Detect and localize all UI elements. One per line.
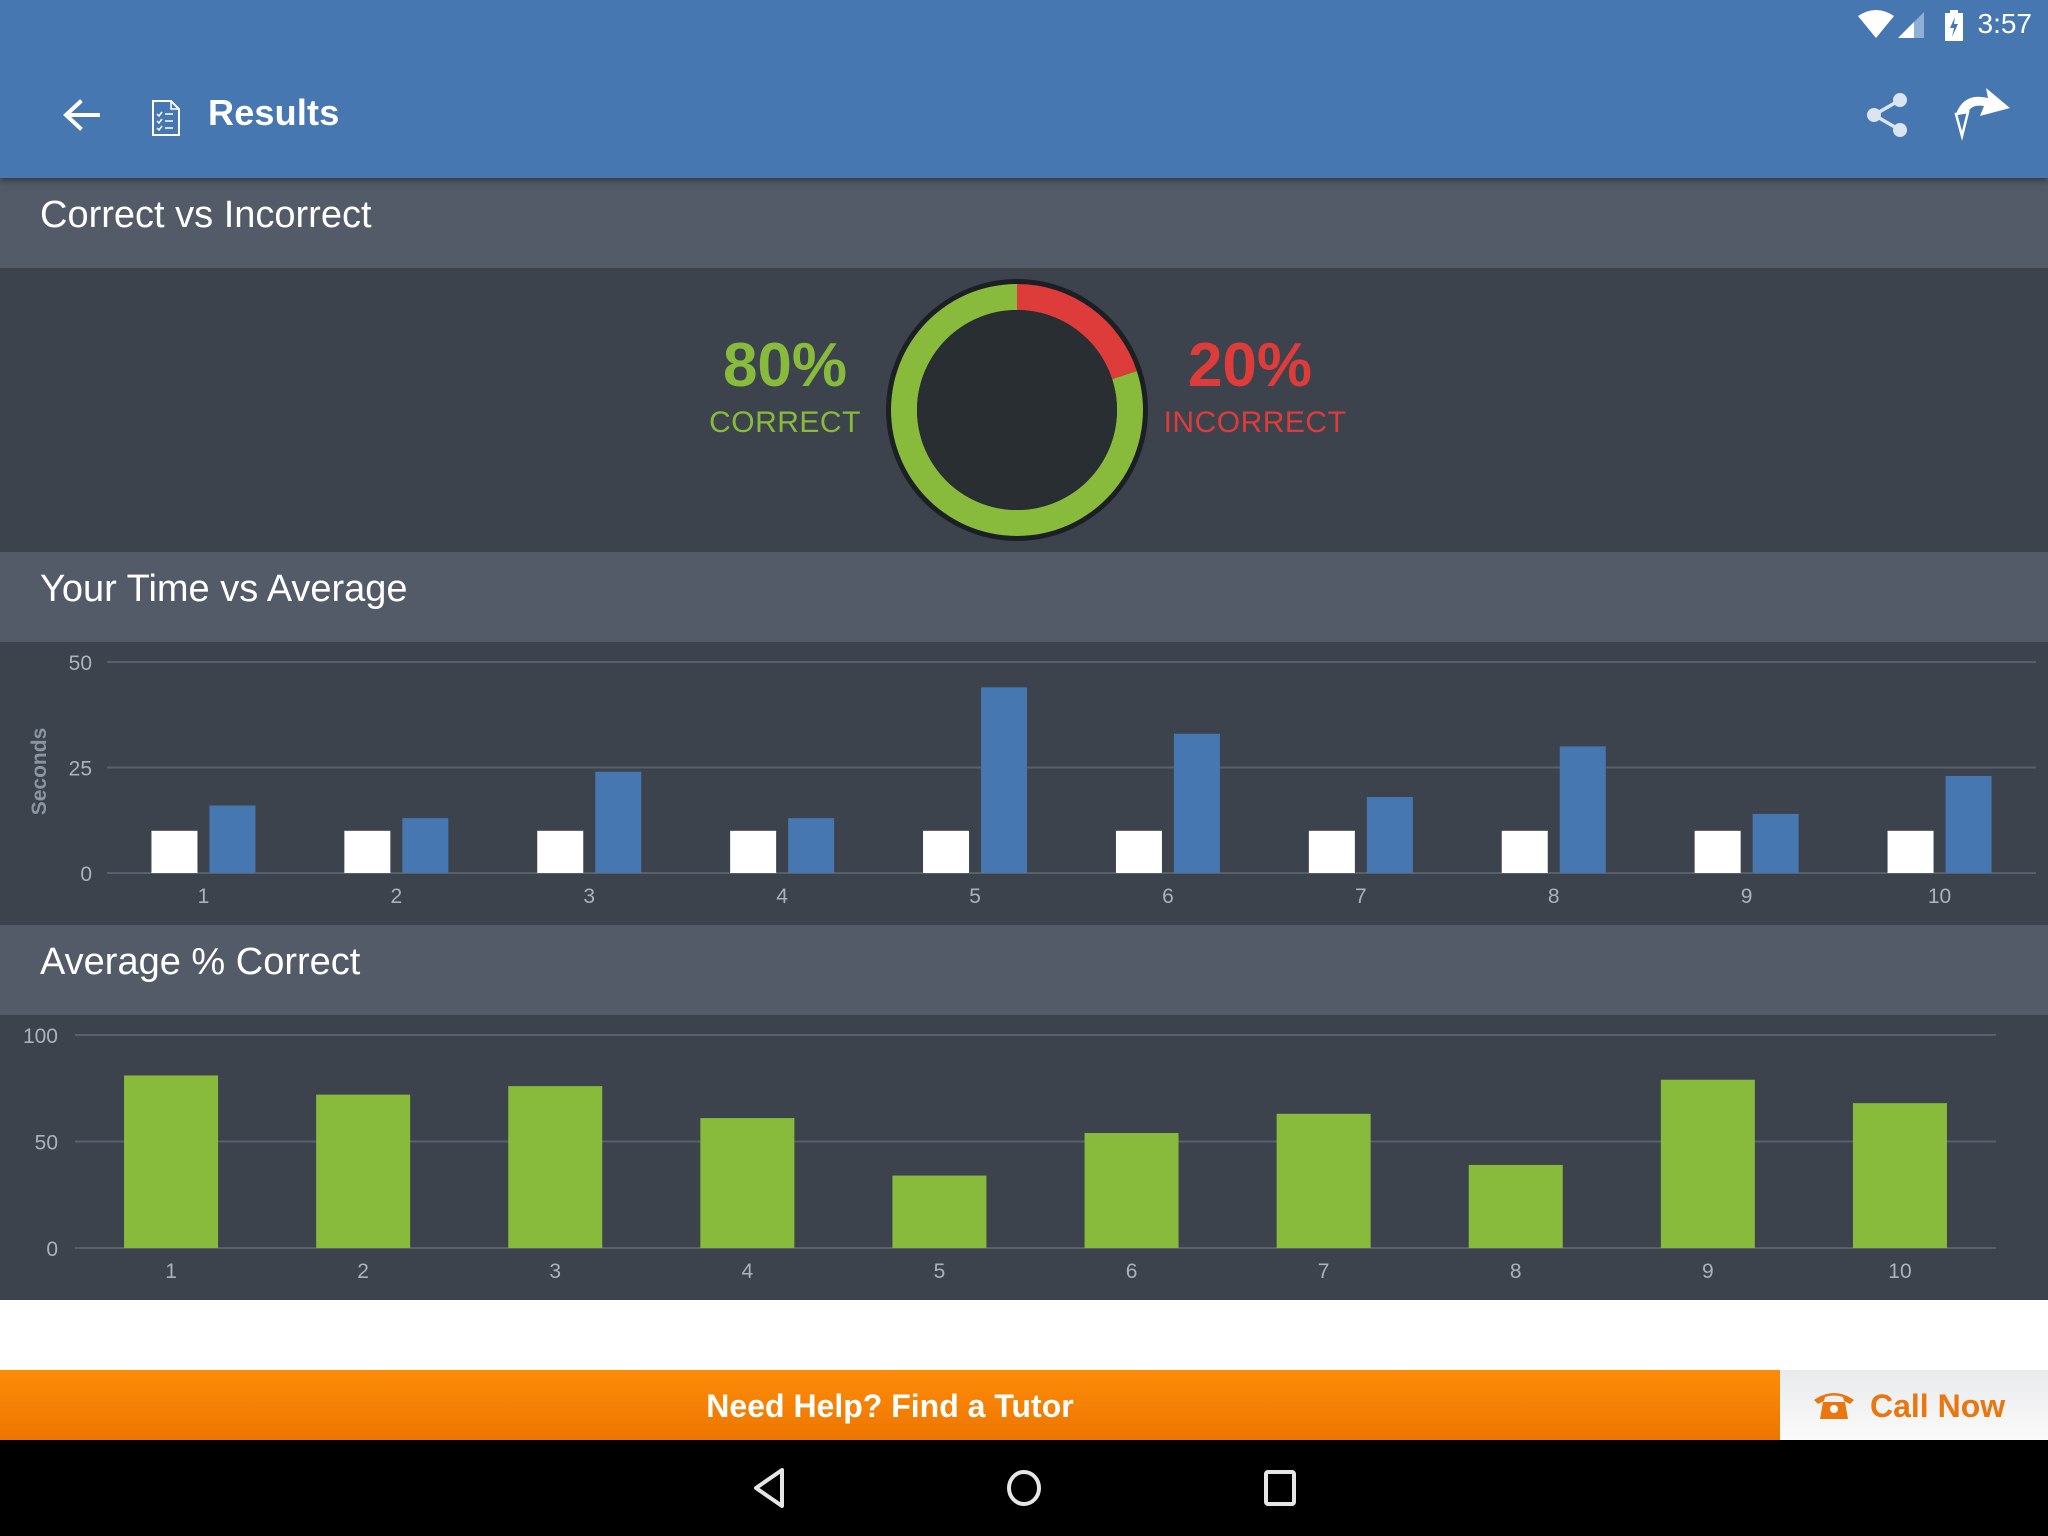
average-correct-chart: 0 50 100 1 2 3 4 5 6 7 8 9 10: [23, 1025, 1996, 1283]
arrow-left-icon: [63, 99, 100, 131]
nav-recents-icon[interactable]: [1258, 1464, 1302, 1512]
bar-your-time: [1694, 830, 1741, 873]
signal-icon: [1898, 12, 1924, 38]
x-tick-label: 10: [1888, 1260, 1911, 1283]
bar: [892, 1175, 987, 1248]
section-title: Your Time vs Average: [40, 568, 408, 610]
x-tick-label: 3: [549, 1260, 561, 1283]
bar: [508, 1086, 603, 1248]
forward-arrow-icon: [1954, 88, 2010, 141]
x-tick-label: 5: [969, 885, 981, 908]
x-tick-label: 3: [583, 885, 595, 908]
bar-average: [981, 687, 1028, 873]
status-bar: 3:57: [1648, 0, 2048, 48]
bar-average: [1173, 733, 1220, 873]
bar-your-time: [730, 830, 777, 873]
content-spacer: [0, 1300, 2048, 1370]
y-axis-label: Seconds: [28, 728, 51, 816]
section-header-average-correct: Average % Correct: [0, 925, 2048, 1015]
bar-average: [788, 818, 835, 873]
find-tutor-button[interactable]: Need Help? Find a Tutor: [0, 1370, 1780, 1440]
x-tick-label: 10: [1928, 885, 1951, 908]
x-tick-label: 4: [776, 885, 788, 908]
bar-average: [1752, 813, 1799, 873]
y-tick-label: 0: [80, 863, 92, 886]
share-icon: [1867, 93, 1907, 137]
time-vs-average-chart: 0 25 50 Seconds 1 2 3 4 5 6 7 8 9 10: [28, 652, 2036, 908]
bar: [1852, 1103, 1947, 1248]
call-now-label: Call Now: [1870, 1388, 2006, 1424]
section-header-correct-vs-incorrect: Correct vs Incorrect: [0, 178, 2048, 268]
bar-average: [402, 818, 449, 873]
bar: [700, 1118, 795, 1248]
x-tick-label: 1: [198, 885, 210, 908]
bar: [1276, 1113, 1371, 1248]
section-title: Average % Correct: [40, 941, 361, 983]
wifi-icon: [1858, 10, 1894, 38]
app-bar: 3:57 Results: [0, 0, 2048, 178]
section-header-time-vs-average: Your Time vs Average: [0, 552, 2048, 642]
y-tick-label: 25: [69, 758, 92, 781]
x-tick-label: 7: [1318, 1260, 1330, 1283]
forward-button[interactable]: [1950, 86, 2014, 142]
bar: [1660, 1079, 1755, 1248]
x-tick-label: 8: [1548, 885, 1560, 908]
bar-average: [1559, 746, 1606, 873]
x-tick-label: 9: [1741, 885, 1753, 908]
x-tick-label: 6: [1126, 1260, 1138, 1283]
bar-your-time: [923, 830, 970, 873]
x-tick-label: 7: [1355, 885, 1367, 908]
bar: [1084, 1132, 1179, 1248]
x-tick-label: 6: [1162, 885, 1174, 908]
incorrect-percent: 20%: [1187, 331, 1313, 400]
x-tick-label: 1: [165, 1260, 177, 1283]
average-correct-panel: 0 50 100 1 2 3 4 5 6 7 8 9 10: [0, 1015, 2048, 1300]
back-button[interactable]: [54, 90, 110, 146]
status-time: 3:57: [1977, 8, 2033, 39]
x-tick-label: 2: [391, 885, 403, 908]
y-tick-label: 0: [46, 1238, 58, 1261]
bar-your-time: [344, 830, 391, 873]
donut-center: [917, 310, 1117, 510]
share-button[interactable]: [1860, 88, 1916, 144]
x-tick-label: 4: [742, 1260, 754, 1283]
nav-back-icon[interactable]: [748, 1464, 792, 1512]
bar-average: [595, 771, 642, 873]
correct-incorrect-donut-chart: [886, 279, 1148, 541]
correct-vs-incorrect-panel: 80% CORRECT 20% INCORRECT: [0, 268, 2048, 552]
bar: [1468, 1164, 1563, 1248]
bar-your-time: [537, 830, 584, 873]
x-tick-label: 8: [1510, 1260, 1522, 1283]
time-vs-average-panel: 0 25 50 Seconds 1 2 3 4 5 6 7 8 9 10: [0, 642, 2048, 925]
incorrect-label: INCORRECT: [1163, 406, 1347, 439]
bar: [316, 1094, 411, 1248]
bar-your-time: [1501, 830, 1548, 873]
phone-icon: [1814, 1393, 1854, 1419]
x-tick-label: 5: [934, 1260, 946, 1283]
bar: [124, 1075, 219, 1248]
checklist-document-icon: [152, 100, 180, 136]
find-tutor-label: Need Help? Find a Tutor: [706, 1388, 1074, 1424]
x-tick-label: 2: [357, 1260, 369, 1283]
bar-your-time: [1887, 830, 1934, 873]
bar-average: [1366, 797, 1413, 873]
y-tick-label: 50: [69, 652, 92, 675]
system-nav-bar: [0, 1440, 2048, 1536]
results-screen: 3:57 Results Correct vs Incorrect 80% CO…: [0, 0, 2048, 1536]
bar-your-time: [1308, 830, 1355, 873]
bar-average: [209, 805, 256, 873]
y-tick-label: 50: [35, 1132, 58, 1155]
nav-home-icon[interactable]: [1000, 1464, 1048, 1512]
call-now-button[interactable]: Call Now: [1780, 1370, 2048, 1440]
bar-average: [1945, 775, 1992, 873]
x-tick-label: 9: [1702, 1260, 1714, 1283]
bar-your-time: [151, 830, 198, 873]
bar-your-time: [1115, 830, 1162, 873]
battery-charging-icon: [1945, 10, 1963, 41]
section-title: Correct vs Incorrect: [40, 194, 372, 236]
y-tick-label: 100: [23, 1025, 58, 1048]
page-title: Results: [208, 92, 340, 133]
